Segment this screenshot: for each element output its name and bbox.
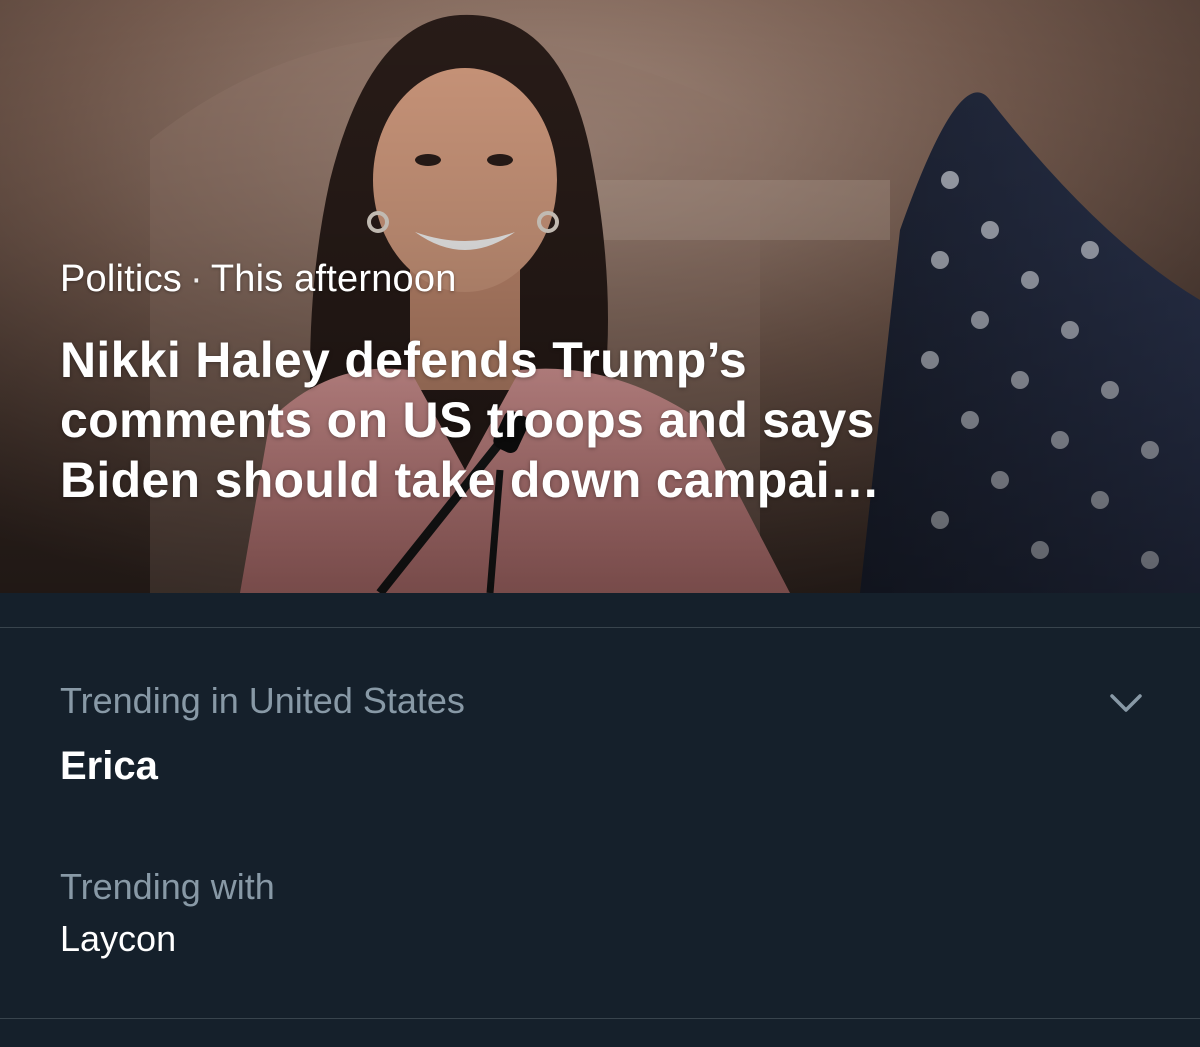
chevron-down-icon[interactable]: [1106, 688, 1146, 718]
trending-with-value[interactable]: Laycon: [60, 918, 176, 960]
story-meta: Politics · This afternoon: [60, 258, 457, 301]
trend-context: Trending in United States: [60, 680, 465, 721]
trend-item[interactable]: Trending in United States Erica Trending…: [0, 628, 1200, 1018]
trending-with-label: Trending with: [60, 866, 275, 907]
story-headline[interactable]: Nikki Haley defends Trump’s comments on …: [60, 330, 1160, 510]
section-spacer: [0, 593, 1200, 627]
story-category[interactable]: Politics: [60, 258, 182, 300]
story-time: This afternoon: [210, 258, 457, 300]
headline-line: comments on US troops and says: [60, 392, 875, 448]
trend-name[interactable]: Erica: [60, 744, 158, 789]
divider: [0, 1018, 1200, 1019]
meta-separator: ·: [189, 258, 203, 300]
news-story-card[interactable]: Politics · This afternoon Nikki Haley defe…: [0, 0, 1200, 593]
page: Politics · This afternoon Nikki Haley defe…: [0, 0, 1200, 1047]
headline-line: Nikki Haley defends Trump’s: [60, 332, 748, 388]
headline-line: Biden should take down campai…: [60, 452, 881, 508]
